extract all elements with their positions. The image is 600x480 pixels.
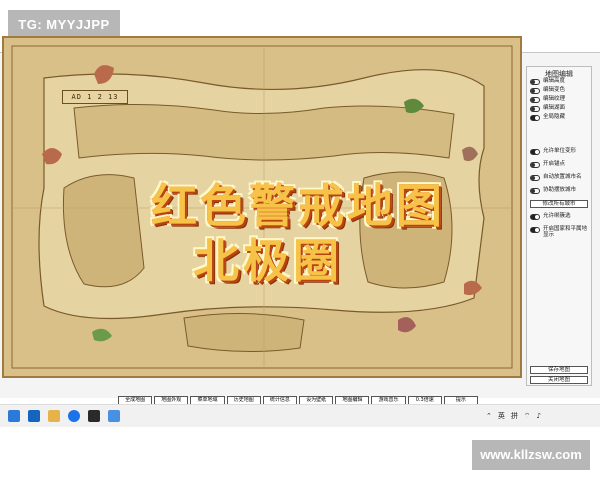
toggle-row[interactable]: 自动放置城市名 (530, 174, 590, 183)
toggle-row[interactable]: 允许绑簇选 (530, 213, 590, 225)
toggle-switch[interactable] (530, 79, 540, 85)
folder-icon[interactable] (48, 410, 60, 422)
toggle-row[interactable]: 允许单位变形 (530, 148, 590, 157)
toggle-switch[interactable] (530, 188, 540, 194)
chevron-up-icon[interactable]: ⌃ (486, 412, 492, 420)
map-date-label: AD 1 2 13 (62, 90, 128, 104)
overlay-subtitle: 北极圈 (193, 234, 343, 288)
toggle-switch[interactable] (530, 88, 540, 94)
toggle-label: 编辑变色 (543, 87, 566, 93)
toggle-switch[interactable] (530, 115, 540, 121)
toggle-switch[interactable] (530, 227, 540, 233)
toggle-label: 协助摆放城市 (543, 187, 577, 193)
toggle-row[interactable]: 开启锚点 (530, 161, 590, 170)
toggle-label: 自动放置城市名 (543, 174, 582, 180)
overlay-title: 红色警戒地图 (151, 179, 445, 233)
toggle-row[interactable]: 编辑纹理 (530, 96, 590, 105)
speaker-icon[interactable]: ♪ (536, 412, 540, 420)
toggle-label: 开启国家和平属地显示 (543, 226, 588, 238)
steam-icon[interactable] (88, 410, 100, 422)
toggle-switch[interactable] (530, 149, 540, 155)
update-cities-button[interactable]: 修改所有城市 (530, 200, 588, 208)
app-icon[interactable] (108, 410, 120, 422)
close-map-button[interactable]: 关闭地图 (530, 376, 588, 384)
toggle-row[interactable]: 全局隐藏 (530, 114, 590, 123)
save-map-button[interactable]: 保存地图 (530, 366, 588, 374)
ime-lang-indicator[interactable]: 英 (498, 411, 505, 421)
explorer-icon[interactable] (28, 410, 40, 422)
toggle-label: 允许单位变形 (543, 148, 577, 154)
wifi-icon[interactable]: ⌔ (524, 412, 531, 421)
toggle-label: 开启锚点 (543, 161, 566, 167)
ime-mode-indicator[interactable]: 拼 (511, 411, 518, 421)
system-tray: ⌃ 英 拼 ⌔ ♪ (486, 411, 541, 421)
toggle-switch[interactable] (530, 162, 540, 168)
toggle-switch[interactable] (530, 214, 540, 220)
toggle-label: 编辑高度 (543, 78, 566, 84)
toggle-switch[interactable] (530, 97, 540, 103)
map-edit-panel: 地图编辑 编辑高度 编辑变色 编辑纹理 编辑湖面 全局隐藏 允许单位变形 开启锚点 自动放置城… (526, 66, 592, 386)
toggle-label: 允许绑簇选 (543, 213, 571, 219)
toggle-row[interactable]: 协助摆放城市 (530, 187, 590, 196)
watermark-bottom: www.kllzsw.com (472, 440, 590, 470)
toggle-row[interactable]: 开启国家和平属地显示 (530, 226, 590, 238)
toggle-label: 编辑纹理 (543, 96, 566, 102)
toggle-switch[interactable] (530, 106, 540, 112)
taskbar: ⌃ 英 拼 ⌔ ♪ (0, 404, 600, 427)
toggle-row[interactable]: 编辑高度 (530, 78, 590, 87)
toggle-label: 编辑湖面 (543, 105, 566, 111)
toggle-label: 全局隐藏 (543, 114, 566, 120)
toggle-switch[interactable] (530, 175, 540, 181)
toggle-row[interactable]: 编辑湖面 (530, 105, 590, 114)
toggle-row[interactable]: 编辑变色 (530, 87, 590, 96)
windows-start-icon[interactable] (8, 410, 20, 422)
browser-icon[interactable] (68, 410, 80, 422)
